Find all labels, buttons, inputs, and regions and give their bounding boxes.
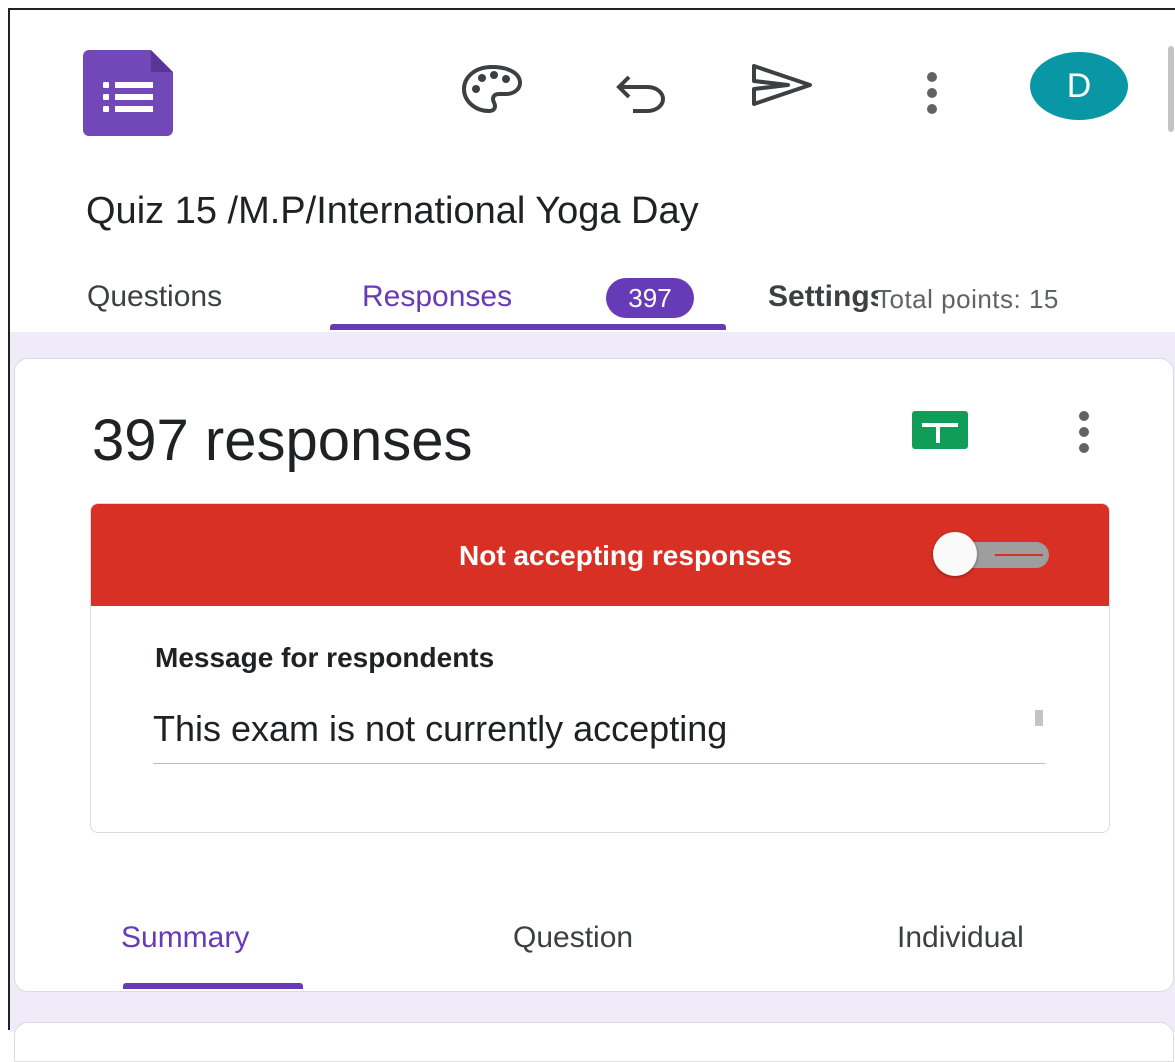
tab-responses[interactable]: Responses xyxy=(362,280,512,314)
tab-summary[interactable]: Summary xyxy=(121,921,249,955)
responses-content: 397 responses Not accepting responses Me… xyxy=(10,332,1175,1062)
active-tab-indicator xyxy=(330,324,726,330)
avatar-letter: D xyxy=(1066,66,1092,105)
accepting-responses-panel: Not accepting responses Message for resp… xyxy=(90,503,1110,833)
app-frame: D Quiz 15 /M.P/International Yoga Day Qu… xyxy=(8,8,1175,1062)
banner-text: Not accepting responses xyxy=(459,540,792,571)
message-label: Message for respondents xyxy=(155,642,495,673)
palette-icon[interactable] xyxy=(457,54,527,124)
logo-fold xyxy=(151,50,173,72)
active-subtab-indicator xyxy=(123,983,303,989)
tab-question[interactable]: Question xyxy=(513,921,633,955)
more-vert-icon[interactable] xyxy=(1079,411,1091,459)
avatar[interactable]: D xyxy=(1030,52,1128,120)
logo-line xyxy=(103,94,153,100)
form-title[interactable]: Quiz 15 /M.P/International Yoga Day xyxy=(86,190,699,233)
next-card xyxy=(14,1022,1174,1062)
tab-settings[interactable]: Settings xyxy=(768,280,878,314)
tab-individual[interactable]: Individual xyxy=(897,921,1024,955)
google-forms-icon[interactable] xyxy=(83,50,173,136)
not-accepting-banner: Not accepting responses xyxy=(91,504,1109,606)
top-app-bar: D Quiz 15 /M.P/International Yoga Day Qu… xyxy=(10,10,1170,330)
google-sheets-icon[interactable] xyxy=(912,411,968,449)
undo-icon[interactable] xyxy=(606,56,676,126)
message-scrollbar[interactable] xyxy=(1035,710,1043,726)
tab-questions[interactable]: Questions xyxy=(87,280,222,314)
logo-line xyxy=(103,82,153,88)
send-icon[interactable] xyxy=(746,50,816,120)
responses-summary-card: 397 responses Not accepting responses Me… xyxy=(14,358,1174,992)
responses-count-heading: 397 responses xyxy=(92,408,473,473)
page-scrollbar[interactable] xyxy=(1168,46,1174,132)
more-vert-icon[interactable] xyxy=(927,72,939,120)
total-points: Total points: 15 xyxy=(876,284,1059,314)
main-tabs: Questions Responses 397 Settings Total p… xyxy=(10,272,1170,332)
toggle-knob[interactable] xyxy=(933,532,977,576)
responses-count-badge: 397 xyxy=(606,278,694,318)
message-field[interactable]: This exam is not currently accepting xyxy=(153,700,1045,764)
logo-line xyxy=(103,106,153,112)
